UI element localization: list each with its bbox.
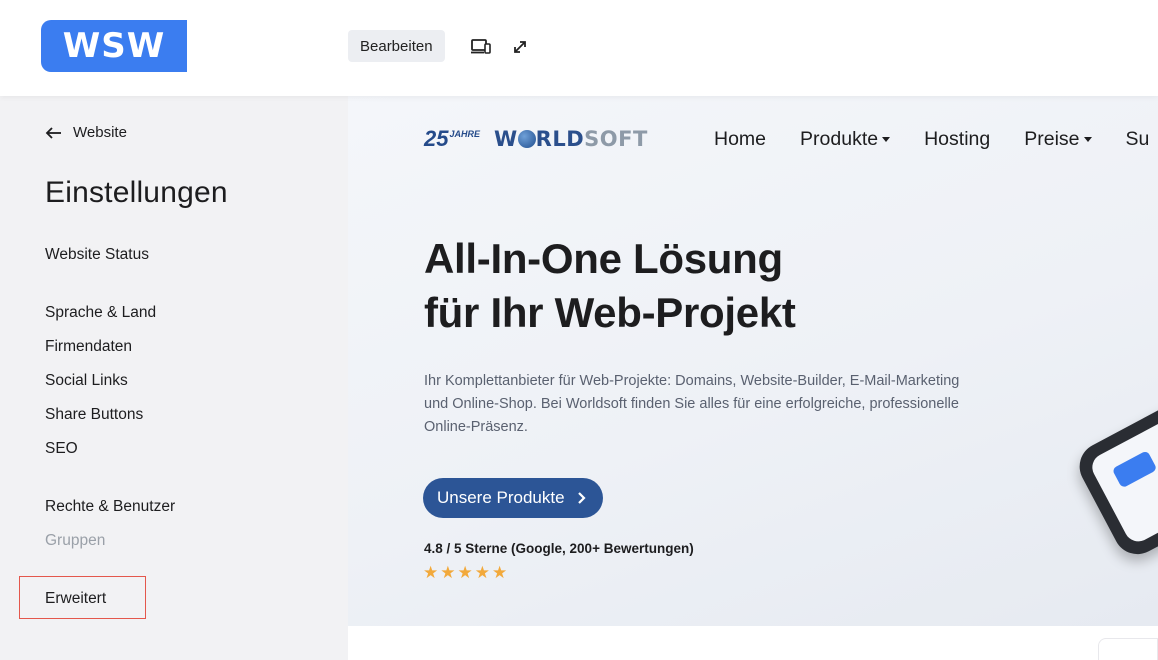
- hero-description: Ihr Komplettanbieter für Web-Projekte: D…: [424, 373, 960, 435]
- brand-name-part2: RLD: [535, 127, 585, 151]
- badge-number: 25: [424, 126, 449, 151]
- expand-icon[interactable]: [509, 36, 531, 58]
- website-preview: 25 JAHRE W RLDSOFT Home Produkte Hosting …: [348, 96, 1158, 626]
- brand-name-part3: SOFT: [584, 127, 648, 151]
- back-link-label: Website: [73, 124, 127, 141]
- tablet-image: [1071, 381, 1158, 563]
- sidebar-item-rights-users[interactable]: Rechte & Benutzer: [45, 498, 175, 516]
- site-nav: Home Produkte Hosting Preise Su: [714, 128, 1149, 151]
- globe-icon: [517, 130, 536, 148]
- rating-text: 4.8 / 5 Sterne (Google, 200+ Bewertungen…: [424, 541, 694, 556]
- tablet-screen: [1087, 395, 1158, 547]
- top-bar: WSW Bearbeiten: [0, 0, 1158, 96]
- star-icon: ★: [440, 563, 456, 582]
- star-icon: ★: [492, 563, 508, 582]
- nav-hosting[interactable]: Hosting: [924, 128, 990, 151]
- site-logo[interactable]: 25 JAHRE W RLDSOFT: [424, 126, 648, 152]
- chevron-right-icon: [577, 492, 586, 504]
- products-cta-button[interactable]: Unsere Produkte: [423, 478, 603, 518]
- nav-products[interactable]: Produkte: [800, 128, 890, 151]
- tablet-logo: [1111, 450, 1158, 489]
- preview-bottom-area: [348, 626, 1158, 660]
- sidebar-item-advanced[interactable]: Erweitert: [45, 590, 106, 608]
- back-to-website-link[interactable]: Website: [45, 124, 127, 141]
- anniversary-badge: 25 JAHRE: [424, 126, 480, 152]
- sidebar-item-social-links[interactable]: Social Links: [45, 372, 128, 390]
- hero-title-line2: für Ihr Web-Projekt: [424, 289, 796, 336]
- star-icon: ★: [423, 563, 439, 582]
- logo-text: WSW: [62, 26, 166, 66]
- sidebar-item-share-buttons[interactable]: Share Buttons: [45, 406, 143, 424]
- badge-text: JAHRE: [449, 129, 480, 139]
- star-icon: ★: [457, 563, 473, 582]
- app-logo[interactable]: WSW: [41, 20, 187, 72]
- edit-button[interactable]: Bearbeiten: [348, 30, 445, 62]
- brand-name-part1: W: [494, 127, 518, 151]
- cta-label: Unsere Produkte: [437, 488, 565, 507]
- sidebar-item-groups: Gruppen: [45, 532, 106, 549]
- star-icon: ★: [474, 563, 490, 582]
- settings-title: Einstellungen: [45, 176, 228, 209]
- devices-icon[interactable]: [470, 36, 492, 58]
- sidebar-item-language-country[interactable]: Sprache & Land: [45, 304, 156, 322]
- nav-home[interactable]: Home: [714, 128, 766, 151]
- nav-prices[interactable]: Preise: [1024, 128, 1091, 151]
- brand-name: W RLDSOFT: [494, 127, 648, 151]
- rating-stars: ★ ★ ★ ★ ★: [423, 563, 507, 583]
- arrow-left-icon: [45, 126, 61, 139]
- preview-edge-tab: [1098, 638, 1158, 660]
- hero-title-line1: All-In-One Lösung: [424, 235, 783, 282]
- nav-support[interactable]: Su: [1126, 128, 1150, 151]
- sidebar-item-company-data[interactable]: Firmendaten: [45, 338, 132, 356]
- hero-title: All-In-One Lösung für Ihr Web-Projekt: [424, 232, 796, 340]
- sidebar-item-seo[interactable]: SEO: [45, 440, 78, 458]
- sidebar-item-website-status[interactable]: Website Status: [45, 246, 149, 264]
